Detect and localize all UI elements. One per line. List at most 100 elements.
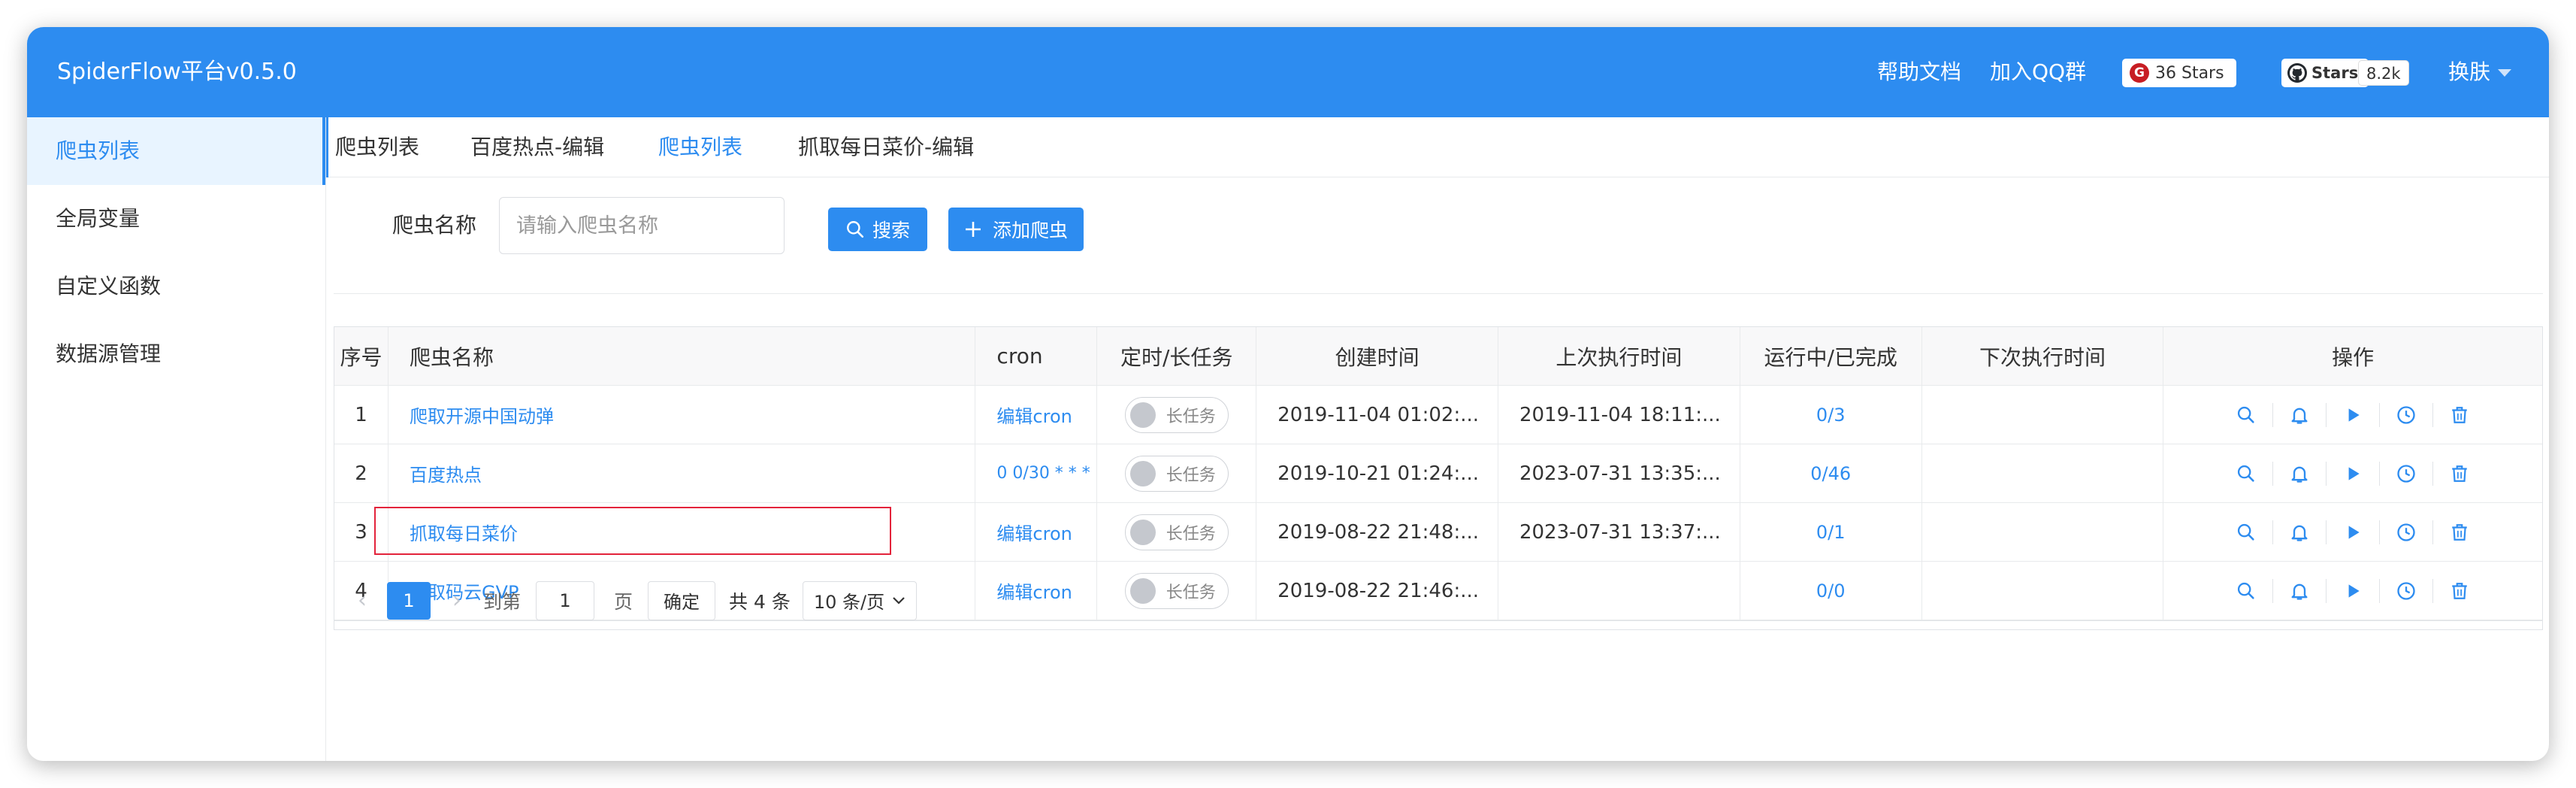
chevron-down-icon	[893, 596, 905, 605]
last-run-time: 2023-07-31 13:35:...	[1498, 444, 1740, 502]
goto-page-input[interactable]	[536, 580, 595, 620]
sidebar-item-datasource[interactable]: 数据源管理	[27, 320, 325, 388]
row-no: 1	[334, 386, 389, 444]
long-task-toggle[interactable]: 长任务	[1124, 455, 1229, 492]
cron-link[interactable]: 0 0/30 * * * ?	[996, 464, 1096, 483]
next-page-icon[interactable]: ›	[440, 582, 474, 620]
last-run-time: 2023-07-31 13:37:...	[1498, 503, 1740, 561]
tab-baidu-edit[interactable]: 百度热点-编辑	[470, 117, 604, 177]
tab-bar: 爬虫列表 百度热点-编辑 爬虫列表 抓取每日菜价-编辑	[326, 117, 2549, 177]
sidebar-item-custom-functions[interactable]: 自定义函数	[27, 253, 325, 320]
header-name: 爬虫名称	[389, 327, 976, 385]
run-status-link[interactable]: 0/1	[1816, 522, 1846, 543]
bell-icon[interactable]	[2286, 519, 2313, 546]
run-status-link[interactable]: 0/3	[1816, 405, 1846, 426]
long-task-toggle[interactable]: 长任务	[1124, 514, 1229, 550]
gitee-stars-count: 36 Stars	[2155, 63, 2224, 83]
top-header: SpiderFlow平台v0.5.0 帮助文档 加入QQ群 G 36 Stars…	[27, 27, 2549, 117]
page-size-select[interactable]: 10 条/页	[802, 580, 918, 620]
sidebar-item-global-vars[interactable]: 全局变量	[27, 185, 325, 253]
tab-vegetable-edit[interactable]: 抓取每日菜价-编辑	[798, 117, 974, 177]
add-spider-label: 添加爬虫	[992, 220, 1068, 241]
table-row: 2 百度热点 0 0/30 * * * ? 长任务 2019-10-21 01:24:.…	[334, 444, 2542, 503]
help-docs-link[interactable]: 帮助文档	[1877, 27, 1961, 117]
trash-icon[interactable]	[2446, 519, 2473, 546]
spider-name-link[interactable]: 百度热点	[410, 460, 482, 486]
sidebar-item-spider-list[interactable]: 爬虫列表	[27, 117, 325, 185]
toggle-label: 长任务	[1166, 407, 1216, 426]
page-1-button[interactable]: 1	[387, 581, 431, 620]
table-row: 1 爬取开源中国动弹 编辑cron 长任务 2019-11-04 01:02:... 20…	[334, 386, 2542, 444]
spider-name-link[interactable]: 爬取开源中国动弹	[410, 402, 554, 428]
toggle-knob	[1129, 402, 1156, 428]
prev-page-icon[interactable]: ‹	[345, 582, 379, 620]
row-no: 3	[334, 503, 389, 561]
search-button[interactable]: 搜索	[828, 208, 927, 251]
search-input[interactable]	[499, 197, 785, 254]
toggle-knob	[1129, 460, 1156, 486]
next-run-time	[1922, 386, 2164, 444]
play-icon[interactable]	[2339, 402, 2366, 429]
tab-spider-list-active[interactable]: 爬虫列表	[658, 117, 742, 177]
bell-icon[interactable]	[2286, 402, 2313, 429]
toggle-label: 长任务	[1166, 465, 1216, 485]
total-count: 共 4 条	[729, 590, 791, 613]
view-icon[interactable]	[2233, 402, 2260, 429]
header-no: 序号	[334, 327, 389, 385]
header-next-run: 下次执行时间	[1922, 327, 2164, 385]
chevron-down-icon	[2498, 69, 2512, 77]
header-created: 创建时间	[1256, 327, 1498, 385]
tab-spider-list[interactable]: 爬虫列表	[335, 117, 419, 177]
header-status: 运行中/已完成	[1740, 327, 1922, 385]
goto-label: 到第	[483, 590, 522, 613]
header-cron: cron	[975, 327, 1098, 385]
trash-icon[interactable]	[2446, 402, 2473, 429]
skin-switcher[interactable]: 换肤	[2448, 27, 2512, 117]
add-spider-button[interactable]: 添加爬虫	[948, 208, 1084, 251]
view-icon[interactable]	[2233, 460, 2260, 487]
row-actions	[2233, 402, 2473, 429]
search-label: 爬虫名称	[392, 213, 477, 238]
long-task-toggle[interactable]: 长任务	[1124, 396, 1229, 433]
clock-icon[interactable]	[2393, 519, 2420, 546]
cron-link[interactable]: 编辑cron	[996, 519, 1072, 545]
pagination: ‹ 1 › 到第 页 确定 共 4 条 10 条/页	[334, 571, 2543, 630]
search-button-label: 搜索	[872, 220, 910, 241]
sidebar: 爬虫列表 全局变量 自定义函数 数据源管理	[27, 117, 326, 761]
row-actions	[2233, 460, 2473, 487]
header-last-run: 上次执行时间	[1498, 327, 1740, 385]
created-time: 2019-10-21 01:24:...	[1256, 444, 1498, 502]
play-icon[interactable]	[2339, 460, 2366, 487]
gitee-icon: G	[2130, 63, 2149, 83]
bell-icon[interactable]	[2286, 460, 2313, 487]
next-run-time	[1922, 444, 2164, 502]
spider-name-link[interactable]: 抓取每日菜价	[410, 519, 518, 545]
search-bar: 爬虫名称 搜索 添加爬虫	[326, 177, 2549, 260]
github-stars-badge[interactable]: Stars	[2281, 59, 2369, 87]
join-qq-link[interactable]: 加入QQ群	[1990, 27, 2086, 117]
toggle-knob	[1129, 519, 1156, 545]
row-actions	[2233, 519, 2473, 546]
main-content: 爬虫列表 百度热点-编辑 爬虫列表 抓取每日菜价-编辑 爬虫名称 搜索 添加爬虫…	[326, 117, 2549, 761]
app-logo[interactable]: SpiderFlow平台v0.5.0	[57, 27, 297, 117]
github-stars-count[interactable]: 8.2k	[2358, 60, 2409, 86]
view-icon[interactable]	[2233, 519, 2260, 546]
toggle-label: 长任务	[1166, 524, 1216, 544]
created-time: 2019-08-22 21:48:...	[1256, 503, 1498, 561]
last-run-time: 2019-11-04 18:11:...	[1498, 386, 1740, 444]
run-status-link[interactable]: 0/46	[1810, 463, 1851, 484]
table-header-row: 序号 爬虫名称 cron 定时/长任务 创建时间 上次执行时间 运行中/已完成 …	[334, 327, 2542, 386]
gitee-stars-badge[interactable]: G 36 Stars	[2122, 59, 2236, 87]
tab-indicator	[326, 117, 328, 177]
created-time: 2019-11-04 01:02:...	[1256, 386, 1498, 444]
row-no: 2	[334, 444, 389, 502]
github-icon	[2287, 63, 2307, 83]
trash-icon[interactable]	[2446, 460, 2473, 487]
play-icon[interactable]	[2339, 519, 2366, 546]
goto-confirm-button[interactable]: 确定	[648, 580, 716, 620]
clock-icon[interactable]	[2393, 460, 2420, 487]
page-unit-label: 页	[614, 590, 633, 613]
clock-icon[interactable]	[2393, 402, 2420, 429]
skin-label: 换肤	[2448, 59, 2491, 84]
cron-link[interactable]: 编辑cron	[996, 402, 1072, 428]
